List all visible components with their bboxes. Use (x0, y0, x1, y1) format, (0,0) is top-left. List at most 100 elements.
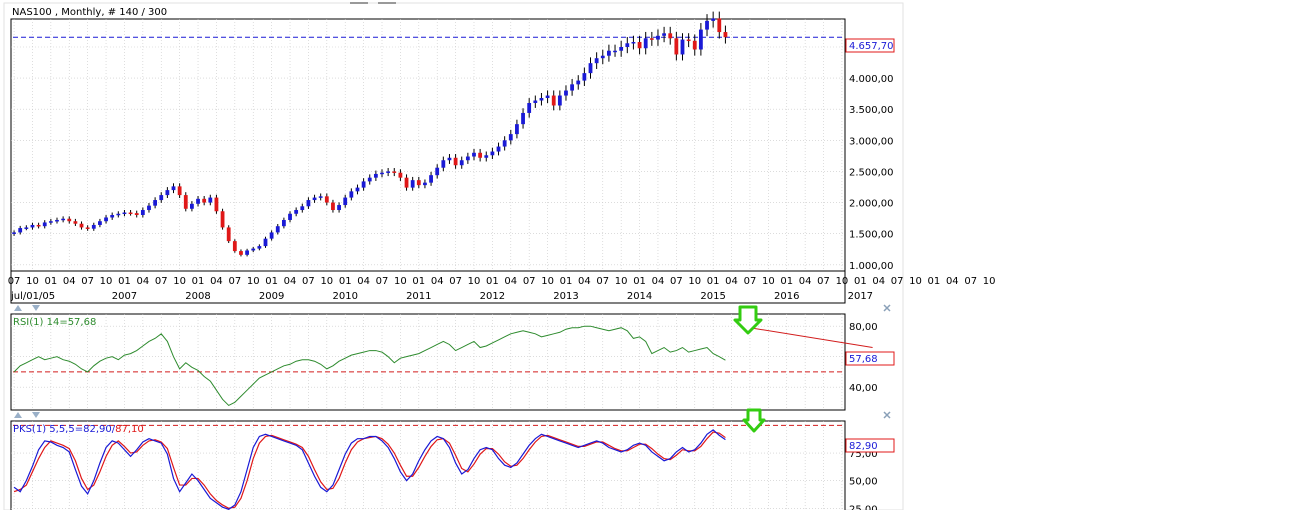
x-tick-label: 01 (412, 276, 425, 287)
price-current-label: 4.657,70 (849, 41, 894, 52)
candle-body (281, 219, 286, 227)
pks-title-prefix: PKS(1) 5,5,5= (13, 424, 83, 435)
x-tick-label: 07 (81, 276, 94, 287)
x-tick-label: 07 (817, 276, 830, 287)
x-tick-label: 04 (946, 276, 959, 287)
candle-body (490, 151, 495, 156)
x-year-label: 2017 (848, 291, 873, 302)
candle-body (545, 95, 550, 99)
candle-body (698, 29, 703, 50)
y-tick-label: 2.500,00 (849, 167, 894, 178)
candle-body (423, 182, 427, 186)
candle-body (288, 213, 292, 220)
x-tick-label: 10 (247, 276, 260, 287)
candle-body (527, 103, 532, 113)
candle-body (226, 227, 231, 242)
candle-body (515, 124, 519, 135)
candle-body (484, 155, 489, 158)
y-tick-label: 80,00 (849, 322, 878, 333)
candle-body (232, 241, 237, 252)
candle-body (367, 177, 372, 182)
x-tick-label: 01 (192, 276, 205, 287)
y-tick-label: 4.000,00 (849, 74, 894, 85)
candle-body (177, 186, 182, 196)
candle-body (373, 173, 378, 178)
rsi-title: RSI(1) 14=57,68 (13, 317, 96, 328)
candle-body (159, 195, 164, 201)
candle-body (275, 226, 280, 233)
candle-body (98, 221, 102, 225)
x-tick-label: 04 (63, 276, 76, 287)
candle-body (269, 232, 274, 239)
candle-body (551, 95, 556, 106)
x-tick-label: 07 (228, 276, 241, 287)
pks-d-value: 87,10 (115, 424, 144, 435)
x-tick-label: 01 (118, 276, 131, 287)
candle-body (429, 175, 433, 183)
candle-body (208, 197, 213, 203)
candle-body (674, 38, 679, 55)
candle-body (582, 73, 587, 81)
candle-body (692, 40, 697, 50)
rsi-pane: 40,0060,0080,00 57,68 RSI(1) 14=57,68 (10, 304, 895, 411)
x-tick-label: 10 (394, 276, 407, 287)
candle-body (649, 38, 654, 40)
candle-body (576, 80, 581, 85)
candle-body (153, 200, 158, 206)
candle-body (61, 218, 66, 221)
candle-body (67, 218, 72, 222)
y-tick-label: 50,00 (849, 477, 878, 488)
x-tick-label: 04 (725, 276, 738, 287)
candle-body (30, 224, 35, 228)
x-year-label: 2012 (480, 291, 505, 302)
x-tick-label: 10 (615, 276, 628, 287)
candle-body (508, 134, 513, 141)
candle-body (521, 112, 525, 125)
chart-canvas: 1.000,00 1.500,00 2.000,00 2.500,00 3.000,00… (0, 0, 1292, 510)
y-tick-label: 3.500,00 (849, 105, 894, 116)
x-tick-label: 04 (799, 276, 812, 287)
x-tick-label: 07 (523, 276, 536, 287)
x-tick-label: 07 (891, 276, 904, 287)
x-tick-label: 10 (909, 276, 922, 287)
candle-body (668, 33, 673, 39)
x-year-label: 2016 (774, 291, 799, 302)
x-tick-label: 10 (173, 276, 186, 287)
pks-pane: 25,0050,0075,00 82,90 PKS(1) 5,5,5=82,90… (10, 408, 895, 510)
x-year-label: 2010 (332, 291, 357, 302)
x-tick-label: 07 (8, 276, 21, 287)
candle-body (42, 222, 47, 227)
candle-body (36, 224, 41, 227)
candle-body (18, 228, 23, 233)
x-tick-label: 04 (210, 276, 223, 287)
x-year-label: 2008 (185, 291, 210, 302)
candle-body (453, 157, 458, 166)
candle-body (594, 58, 599, 64)
x-tick-label: 07 (744, 276, 757, 287)
candle-body (190, 203, 194, 209)
candle-body (496, 146, 501, 152)
y-tick-label: 1.500,00 (849, 230, 894, 241)
x-year-label: jul/01/05 (10, 291, 55, 302)
candle-body (441, 160, 446, 168)
x-tick-label: 01 (928, 276, 941, 287)
x-tick-label: 07 (964, 276, 977, 287)
candle-body (263, 238, 268, 247)
candle-body (12, 232, 16, 234)
candle-body (48, 221, 53, 223)
x-year-label: 2009 (259, 291, 284, 302)
candle-body (55, 219, 59, 222)
candle-body (306, 200, 311, 207)
candle-body (410, 180, 415, 188)
candle-body (380, 172, 384, 175)
candle-body (465, 156, 470, 161)
pks-title: PKS(1) 5,5,5=82,90/87,10 (13, 424, 144, 435)
candle-body (472, 152, 476, 157)
x-tick-label: 04 (357, 276, 370, 287)
candle-body (202, 198, 207, 203)
candle-body (331, 202, 335, 211)
candle-body (386, 171, 391, 173)
x-year-label: 2013 (553, 291, 578, 302)
candle-body (251, 248, 256, 251)
candle-body (533, 100, 538, 103)
